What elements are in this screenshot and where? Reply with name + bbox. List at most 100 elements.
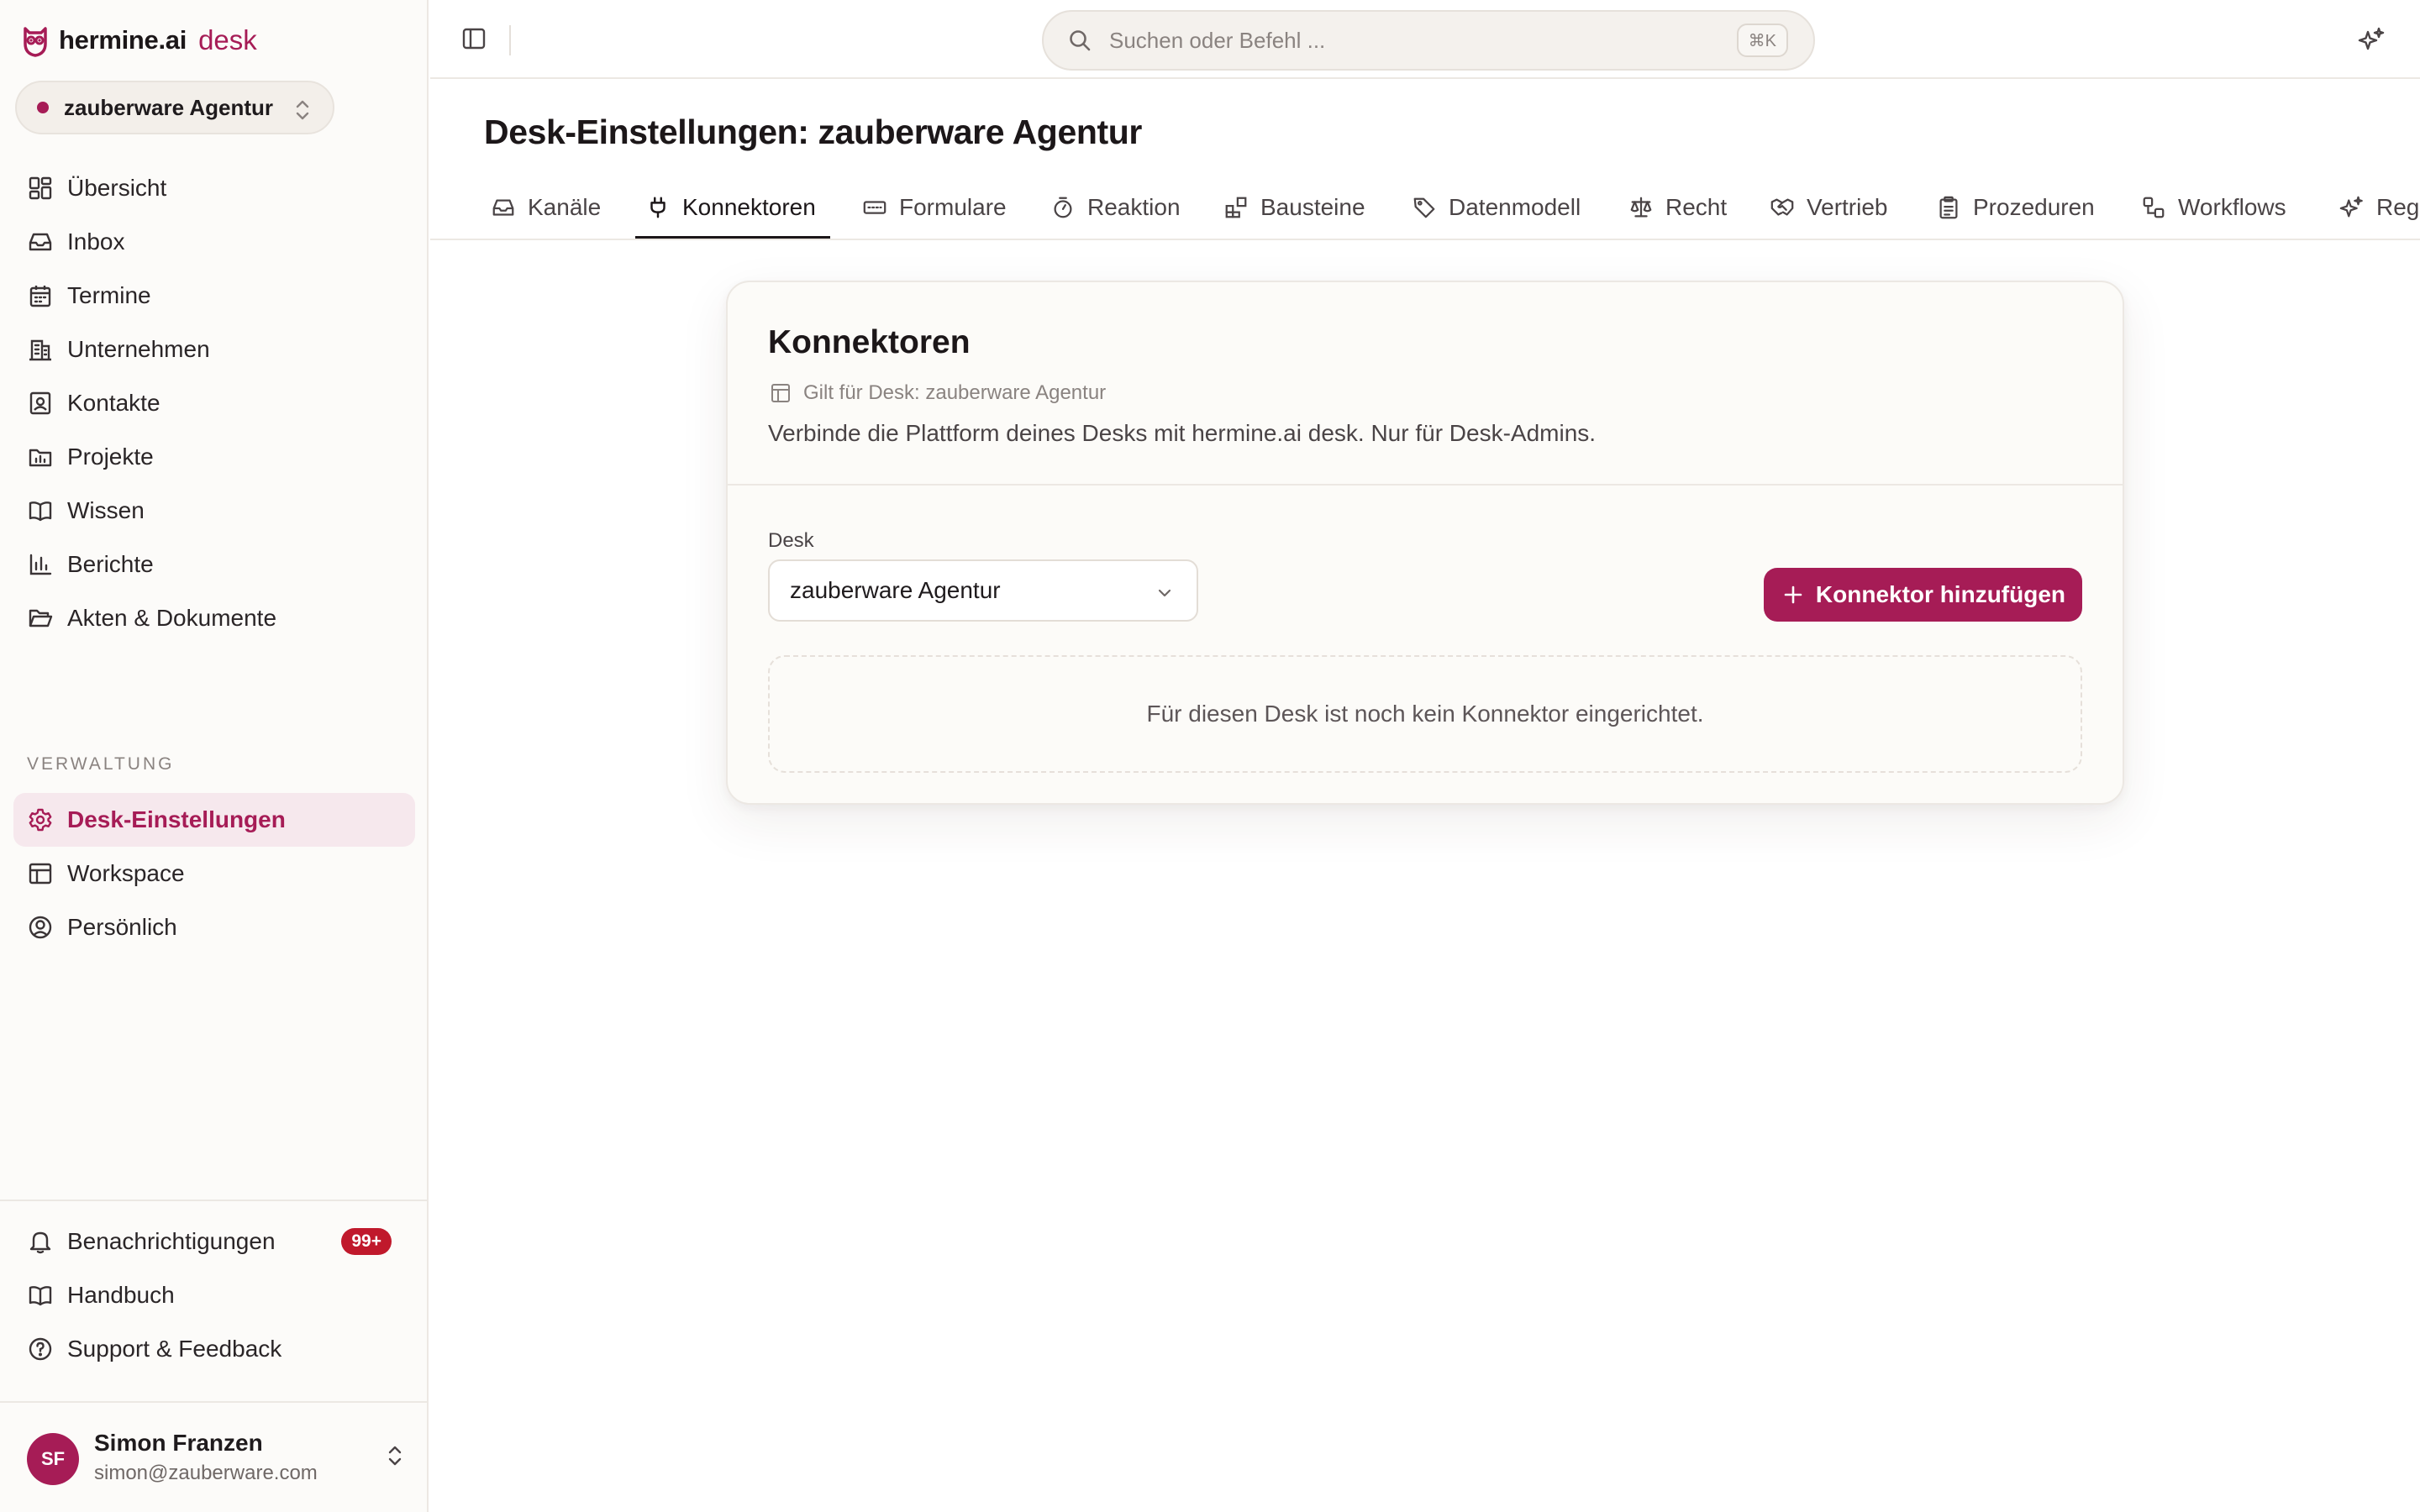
tab-datenmodell[interactable]: Datenmodell	[1412, 175, 1581, 239]
plus-icon	[1784, 585, 1802, 604]
search-bar[interactable]: Suchen oder Befehl ... ⌘K	[1042, 10, 1815, 71]
brand-name: hermine.ai	[59, 25, 187, 55]
notification-count-badge: 99+	[341, 1228, 392, 1255]
nav-item-label: Desk-Einstellungen	[67, 806, 286, 832]
gear-icon	[29, 808, 52, 832]
bottom-nav: Benachrichtigungen 99+ Handbuch Support …	[13, 1215, 415, 1376]
book-icon	[29, 1286, 52, 1306]
tab-bausteine[interactable]: Bausteine	[1223, 175, 1365, 239]
book-icon	[29, 501, 52, 522]
nav-item-berichte[interactable]: Berichte	[13, 538, 415, 591]
tab-label: Bausteine	[1260, 194, 1365, 220]
tab-vertrieb[interactable]: Vertrieb	[1770, 175, 1888, 239]
nav-item-label: Benachrichtigungen	[67, 1228, 276, 1254]
nav-item-label: Support & Feedback	[67, 1336, 282, 1362]
folder-open-icon	[29, 609, 53, 627]
settings-tabs: Kanäle Konnektoren Formulare Reaktion Ba…	[430, 175, 2420, 240]
nav-item-label: Projekte	[67, 444, 154, 470]
timer-icon	[1054, 197, 1072, 218]
inbox-icon	[29, 233, 52, 251]
tag-icon	[1413, 197, 1435, 218]
desk-select[interactable]: zauberware Agentur	[768, 559, 1198, 622]
nav-item-inbox[interactable]: Inbox	[13, 215, 415, 269]
search-icon	[1070, 30, 1091, 51]
chevron-down-icon	[1158, 589, 1171, 597]
toolbar-separator	[509, 25, 511, 55]
handshake-icon	[1770, 198, 1794, 216]
add-connector-label: Konnektor hinzufügen	[1815, 581, 2065, 607]
tab-konnektoren[interactable]: Konnektoren	[645, 175, 816, 239]
tab-label: Kanäle	[528, 194, 602, 220]
user-name: Simon Franzen	[94, 1430, 263, 1456]
sparkle-icon	[2339, 196, 2363, 218]
help-circle-icon	[29, 1337, 52, 1361]
active-tab-indicator	[635, 236, 830, 239]
tab-reg[interactable]: Reg	[2339, 175, 2419, 239]
dashboard-icon	[29, 176, 52, 200]
nav-item-label: Akten & Dokumente	[67, 605, 277, 631]
nav-item-label: Termine	[67, 282, 151, 308]
add-connector-button[interactable]: Konnektor hinzufügen	[1763, 568, 2082, 622]
sparkle-icon[interactable]	[2356, 25, 2386, 55]
avatar: SF	[27, 1433, 79, 1485]
tab-label: Prozeduren	[1973, 194, 2095, 220]
folder-chart-icon	[29, 449, 52, 467]
brand-logo[interactable]: hermine.ai desk	[20, 22, 257, 59]
nav-item-label: Workspace	[67, 860, 185, 886]
sidebar: hermine.ai desk zauberware Agentur Übers…	[0, 0, 429, 1512]
search-input[interactable]: Suchen oder Befehl ...	[1109, 28, 1325, 54]
chevron-up-down-icon	[388, 1446, 402, 1466]
scale-icon	[1630, 197, 1652, 218]
inbox-icon	[492, 199, 514, 216]
sidebar-divider	[0, 1200, 429, 1201]
nav-item-persoenlich[interactable]: Persönlich	[13, 900, 415, 954]
search-shortcut: ⌘K	[1736, 24, 1788, 57]
nav-item-label: Persönlich	[67, 914, 177, 940]
nav-item-wissen[interactable]: Wissen	[13, 484, 415, 538]
nav-item-label: Übersicht	[67, 175, 167, 201]
page-title: Desk-Einstellungen: zauberware Agentur	[484, 113, 1142, 151]
nav-item-akten-dokumente[interactable]: Akten & Dokumente	[13, 591, 415, 645]
nav-item-uebersicht[interactable]: Übersicht	[13, 161, 415, 215]
layout-icon	[771, 384, 790, 402]
tab-formulare[interactable]: Formulare	[862, 175, 1007, 239]
workspace-selector[interactable]: zauberware Agentur	[15, 81, 334, 134]
nav-item-kontakte[interactable]: Kontakte	[13, 376, 415, 430]
card-title: Konnektoren	[768, 324, 971, 360]
tab-label: Konnektoren	[682, 194, 816, 220]
form-icon	[863, 201, 886, 214]
workflow-icon	[2143, 197, 2165, 218]
tab-label: Datenmodell	[1449, 194, 1581, 220]
card-description: Verbinde die Plattform deines Desks mit …	[768, 420, 1597, 446]
tab-workflows[interactable]: Workflows	[2141, 175, 2286, 239]
sidebar-toggle-icon[interactable]	[460, 25, 487, 52]
chevron-up-down-icon	[296, 100, 309, 120]
brand-product: desk	[198, 24, 257, 55]
tab-recht[interactable]: Recht	[1628, 175, 1728, 239]
blocks-icon	[1225, 197, 1247, 218]
layout-icon	[29, 863, 52, 885]
tab-kanaele[interactable]: Kanäle	[491, 175, 602, 239]
nav-item-unternehmen[interactable]: Unternehmen	[13, 323, 415, 376]
tab-label: Recht	[1665, 194, 1728, 220]
tab-prozeduren[interactable]: Prozeduren	[1936, 175, 2095, 239]
nav-item-support-feedback[interactable]: Support & Feedback	[13, 1322, 415, 1376]
nav-item-handbuch[interactable]: Handbuch	[13, 1268, 415, 1322]
main-nav: Übersicht Inbox Termine Unternehmen Kont…	[13, 161, 415, 645]
plug-icon	[650, 197, 666, 218]
nav-item-workspace[interactable]: Workspace	[13, 847, 415, 900]
user-menu[interactable]: SF Simon Franzen simon@zauberware.com	[27, 1428, 405, 1488]
nav-item-benachrichtigungen[interactable]: Benachrichtigungen 99+	[13, 1215, 415, 1268]
nav-item-label: Kontakte	[67, 390, 160, 416]
bar-chart-icon	[29, 554, 52, 575]
tab-label: Reaktion	[1087, 194, 1181, 220]
tab-reaktion[interactable]: Reaktion	[1050, 175, 1181, 239]
nav-item-projekte[interactable]: Projekte	[13, 430, 415, 484]
workspace-dot	[37, 102, 49, 113]
nav-item-desk-einstellungen[interactable]: Desk-Einstellungen	[13, 793, 415, 847]
contact-icon	[29, 391, 51, 415]
clipboard-icon	[1939, 196, 1958, 219]
nav-item-termine[interactable]: Termine	[13, 269, 415, 323]
section-label-verwaltung: VERWALTUNG	[27, 754, 175, 774]
card-divider	[728, 484, 2123, 486]
